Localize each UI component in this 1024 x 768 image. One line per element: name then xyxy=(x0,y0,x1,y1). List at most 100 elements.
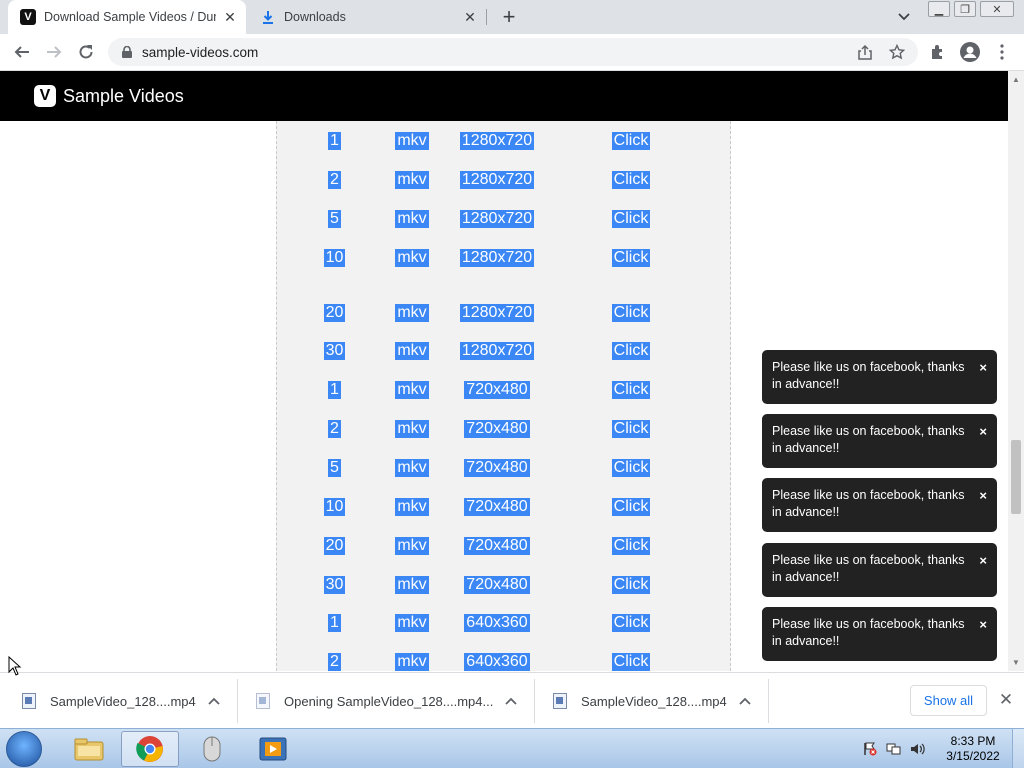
chevron-up-icon[interactable] xyxy=(206,693,222,709)
chevron-up-icon[interactable] xyxy=(737,693,753,709)
size-cell: 1 xyxy=(328,614,341,632)
tab-title: Download Sample Videos / Dum xyxy=(44,10,216,24)
tab-downloads[interactable]: Downloads ✕ xyxy=(248,0,486,34)
profile-avatar-icon[interactable] xyxy=(958,40,982,64)
extensions-icon[interactable] xyxy=(926,40,950,64)
chrome-icon[interactable] xyxy=(121,731,179,767)
star-icon[interactable] xyxy=(888,43,906,61)
download-link[interactable]: Click xyxy=(611,459,651,477)
mouse-app-icon[interactable] xyxy=(183,731,241,767)
toast-notification: Please like us on facebook, thanks in ad… xyxy=(762,478,997,532)
download-link[interactable]: Click xyxy=(611,498,651,516)
format-cell: mkv xyxy=(395,614,429,632)
close-icon[interactable]: ✕ xyxy=(462,9,478,25)
format-cell: mkv xyxy=(395,459,429,477)
address-bar[interactable]: sample-videos.com xyxy=(108,38,918,66)
format-cell: mkv xyxy=(395,304,429,322)
menu-kebab-icon[interactable] xyxy=(990,40,1014,64)
table-row: 1 mkv 640x360 Click xyxy=(277,611,732,635)
minimize-button[interactable]: ▁ xyxy=(928,1,950,17)
close-icon[interactable]: × xyxy=(979,487,987,504)
download-link[interactable]: Click xyxy=(611,381,651,399)
tab-separator xyxy=(486,9,487,25)
start-button[interactable] xyxy=(6,731,42,767)
close-icon[interactable]: × xyxy=(979,359,987,376)
resolution-cell: 1280x720 xyxy=(459,171,535,189)
table-row: 30 mkv 720x480 Click xyxy=(277,573,732,597)
download-link[interactable]: Click xyxy=(611,249,651,267)
volume-icon[interactable] xyxy=(910,741,926,757)
divider xyxy=(768,679,769,723)
chevron-up-icon[interactable] xyxy=(503,693,519,709)
forward-arrow-icon[interactable] xyxy=(42,40,66,64)
download-filename: SampleVideo_128....mp4 xyxy=(581,693,727,709)
scrollbar-thumb[interactable] xyxy=(1011,440,1021,514)
download-link[interactable]: Click xyxy=(611,576,651,594)
share-icon[interactable] xyxy=(856,43,874,61)
size-cell: 2 xyxy=(328,420,341,438)
format-cell: mkv xyxy=(395,653,429,671)
table-row: 10 mkv 720x480 Click xyxy=(277,495,732,519)
download-icon xyxy=(260,9,276,25)
action-center-flag-icon[interactable] xyxy=(862,741,878,757)
format-cell: mkv xyxy=(395,498,429,516)
tab-sample-videos[interactable]: V Download Sample Videos / Dum ✕ xyxy=(8,0,246,34)
system-clock[interactable]: 8:33 PM 3/15/2022 xyxy=(940,734,1006,764)
download-link[interactable]: Click xyxy=(611,420,651,438)
download-link[interactable]: Click xyxy=(611,653,651,671)
site-logo[interactable]: V Sample Videos xyxy=(34,85,184,107)
divider xyxy=(237,679,238,723)
resolution-cell: 640x360 xyxy=(464,614,530,632)
resolution-cell: 720x480 xyxy=(464,459,530,477)
back-arrow-icon[interactable] xyxy=(10,40,34,64)
format-cell: mkv xyxy=(395,249,429,267)
close-icon[interactable]: ✕ xyxy=(997,690,1015,709)
media-player-icon[interactable] xyxy=(244,731,302,767)
download-link[interactable]: Click xyxy=(611,342,651,360)
size-cell: 2 xyxy=(328,171,341,189)
chevron-down-icon[interactable] xyxy=(894,9,914,25)
network-icon[interactable] xyxy=(886,741,902,757)
resolution-cell: 1280x720 xyxy=(459,249,535,267)
download-item[interactable]: Opening SampleVideo_128....mp4... xyxy=(256,679,496,723)
scroll-down-icon[interactable]: ▼ xyxy=(1012,658,1020,667)
resolution-cell: 720x480 xyxy=(464,537,530,555)
close-icon[interactable]: ✕ xyxy=(222,9,238,25)
file-explorer-icon[interactable] xyxy=(60,731,118,767)
show-desktop-button[interactable] xyxy=(1012,729,1024,768)
table-row: 2 mkv 1280x720 Click xyxy=(277,168,732,192)
resolution-cell: 640x360 xyxy=(464,653,530,671)
window-close-button[interactable]: ✕ xyxy=(980,1,1014,17)
clock-date: 3/15/2022 xyxy=(946,749,1000,763)
close-icon[interactable]: × xyxy=(979,423,987,440)
format-cell: mkv xyxy=(395,381,429,399)
mouse-pointer-icon xyxy=(8,655,22,676)
download-item[interactable]: SampleVideo_128....mp4 xyxy=(553,679,743,723)
clock-time: 8:33 PM xyxy=(950,734,996,748)
page-scrollbar[interactable]: ▲ ▼ xyxy=(1008,71,1024,671)
toast-message: Please like us on facebook, thanks in ad… xyxy=(772,617,965,648)
download-item[interactable]: SampleVideo_128....mp4 xyxy=(22,679,222,723)
url-text: sample-videos.com xyxy=(142,45,259,60)
toast-notification: Please like us on facebook, thanks in ad… xyxy=(762,414,997,468)
restore-button[interactable]: ❐ xyxy=(954,1,976,17)
download-link[interactable]: Click xyxy=(611,614,651,632)
toast-message: Please like us on facebook, thanks in ad… xyxy=(772,360,965,391)
size-cell: 1 xyxy=(328,132,341,150)
logo-icon: V xyxy=(34,85,56,107)
download-link[interactable]: Click xyxy=(611,171,651,189)
new-tab-button[interactable]: + xyxy=(498,6,520,28)
download-link[interactable]: Click xyxy=(611,304,651,322)
scroll-up-icon[interactable]: ▲ xyxy=(1012,75,1020,84)
download-link[interactable]: Click xyxy=(611,537,651,555)
show-all-button[interactable]: Show all xyxy=(910,685,987,716)
reload-icon[interactable] xyxy=(74,40,98,64)
download-link[interactable]: Click xyxy=(611,210,651,228)
resolution-cell: 1280x720 xyxy=(459,210,535,228)
download-shelf: SampleVideo_128....mp4 Opening SampleVid… xyxy=(0,672,1024,728)
close-icon[interactable]: × xyxy=(979,552,987,569)
download-link[interactable]: Click xyxy=(611,132,651,150)
close-icon[interactable]: × xyxy=(979,616,987,633)
lock-icon[interactable] xyxy=(120,45,134,59)
toast-message: Please like us on facebook, thanks in ad… xyxy=(772,553,965,584)
